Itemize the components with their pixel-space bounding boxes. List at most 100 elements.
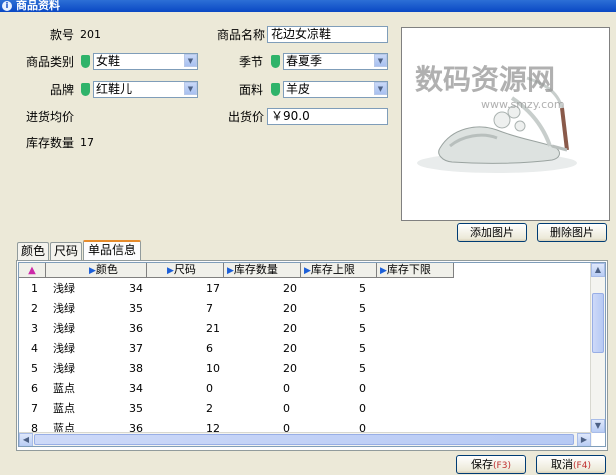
cell-max: 0 bbox=[283, 382, 290, 395]
brand-label: 品牌 bbox=[50, 83, 75, 97]
cell-color: 浅绿 bbox=[53, 322, 75, 335]
cell-qty: 10 bbox=[206, 362, 220, 375]
table-row[interactable]: 1 浅绿 34 17 20 5 bbox=[19, 279, 439, 299]
tab-item-info[interactable]: 单品信息 bbox=[83, 240, 141, 261]
row-number: 1 bbox=[31, 282, 38, 295]
cell-size: 37 bbox=[129, 342, 143, 355]
code-label: 款号 bbox=[50, 28, 75, 42]
header-color-label: 颜色 bbox=[95, 263, 118, 276]
sort-arrow-icon: ▶ bbox=[167, 266, 174, 276]
scroll-right-icon[interactable]: ▶ bbox=[577, 433, 591, 446]
category-label: 商品类别 bbox=[26, 55, 75, 69]
cell-min: 5 bbox=[359, 362, 366, 375]
material-label: 面料 bbox=[239, 83, 264, 97]
window-title: 商品资料 bbox=[16, 0, 60, 12]
horizontal-scrollbar[interactable]: ◀ ▶ bbox=[19, 432, 592, 446]
material-value: 羊皮 bbox=[286, 82, 311, 96]
row-number: 3 bbox=[31, 322, 38, 335]
cell-max: 20 bbox=[283, 342, 297, 355]
scroll-up-icon[interactable]: ▲ bbox=[591, 263, 605, 277]
cell-qty: 2 bbox=[206, 402, 213, 415]
table-row[interactable]: 7 蓝点 35 2 0 0 bbox=[19, 399, 439, 419]
chevron-down-icon[interactable]: ▼ bbox=[374, 82, 387, 95]
material-select[interactable]: 羊皮 ▼ bbox=[271, 81, 388, 98]
cell-color: 浅绿 bbox=[53, 282, 75, 295]
cell-max: 20 bbox=[283, 322, 297, 335]
flag-icon bbox=[271, 55, 280, 68]
sort-icon[interactable]: ▲ bbox=[19, 263, 46, 278]
category-select[interactable]: 女鞋 ▼ bbox=[81, 53, 198, 70]
scroll-thumb[interactable] bbox=[592, 293, 604, 353]
tab-size[interactable]: 尺码 bbox=[50, 242, 82, 260]
cell-size: 36 bbox=[129, 322, 143, 335]
header-size[interactable]: ▶尺码 bbox=[147, 263, 224, 278]
cell-size: 34 bbox=[129, 382, 143, 395]
watermark: 数码资源网 www.smzy.com bbox=[415, 58, 615, 118]
cell-size: 38 bbox=[129, 362, 143, 375]
cancel-shortcut: (F4) bbox=[573, 461, 591, 471]
header-color[interactable]: ▶颜色 bbox=[46, 263, 147, 278]
cell-size: 35 bbox=[129, 302, 143, 315]
table-row[interactable]: 2 浅绿 35 7 20 5 bbox=[19, 299, 439, 319]
flag-icon bbox=[81, 55, 90, 68]
save-shortcut: (F3) bbox=[493, 461, 511, 471]
chevron-down-icon[interactable]: ▼ bbox=[184, 82, 197, 95]
app-icon: i bbox=[2, 1, 12, 11]
header-min[interactable]: ▶库存下限 bbox=[377, 263, 454, 278]
header-max[interactable]: ▶库存上限 bbox=[301, 263, 377, 278]
flag-icon bbox=[81, 83, 90, 96]
cell-min: 0 bbox=[359, 382, 366, 395]
cell-qty: 6 bbox=[206, 342, 213, 355]
table-row[interactable]: 6 蓝点 34 0 0 0 bbox=[19, 379, 439, 399]
brand-select[interactable]: 红鞋儿 ▼ bbox=[81, 81, 198, 98]
scroll-thumb[interactable] bbox=[34, 434, 574, 445]
table-row[interactable]: 5 浅绿 38 10 20 5 bbox=[19, 359, 439, 379]
save-button[interactable]: 保存(F3) bbox=[456, 455, 526, 474]
tab-color[interactable]: 颜色 bbox=[17, 242, 49, 260]
price-label: 出货价 bbox=[228, 110, 265, 124]
item-grid[interactable]: ▲ ▶颜色 ▶尺码 ▶库存数量 ▶库存上限 ▶库存下限 1 浅绿 34 17 2… bbox=[18, 262, 606, 447]
chevron-down-icon[interactable]: ▼ bbox=[184, 54, 197, 67]
table-row[interactable]: 4 浅绿 37 6 20 5 bbox=[19, 339, 439, 359]
vertical-scrollbar[interactable]: ▲ ▼ bbox=[590, 263, 605, 433]
scroll-left-icon[interactable]: ◀ bbox=[19, 433, 33, 446]
row-number: 2 bbox=[31, 302, 38, 315]
avg-cost-label: 进货均价 bbox=[26, 110, 75, 124]
cell-color: 浅绿 bbox=[53, 342, 75, 355]
sort-arrow-icon: ▶ bbox=[227, 266, 234, 276]
product-photo bbox=[401, 27, 610, 221]
stock-value: 17 bbox=[80, 136, 94, 149]
cell-color: 蓝点 bbox=[53, 402, 75, 415]
cell-min: 5 bbox=[359, 302, 366, 315]
category-value: 女鞋 bbox=[96, 54, 121, 68]
header-qty-label: 库存数量 bbox=[233, 263, 278, 276]
chevron-down-icon[interactable]: ▼ bbox=[374, 54, 387, 67]
delete-image-button[interactable]: 删除图片 bbox=[537, 223, 607, 242]
price-field[interactable]: ￥90.0 bbox=[267, 108, 388, 125]
table-row[interactable]: 3 浅绿 36 21 20 5 bbox=[19, 319, 439, 339]
cell-min: 5 bbox=[359, 322, 366, 335]
cell-qty: 21 bbox=[206, 322, 220, 335]
cell-max: 0 bbox=[283, 402, 290, 415]
cell-qty: 7 bbox=[206, 302, 213, 315]
cell-qty: 17 bbox=[206, 282, 220, 295]
product-name-label: 商品名称 bbox=[217, 28, 266, 42]
season-value: 春夏季 bbox=[286, 54, 323, 68]
cancel-button[interactable]: 取消(F4) bbox=[536, 455, 606, 474]
season-select[interactable]: 春夏季 ▼ bbox=[271, 53, 388, 70]
tab-size-label: 尺码 bbox=[53, 244, 78, 258]
add-image-button[interactable]: 添加图片 bbox=[457, 223, 527, 242]
sort-arrow-icon: ▶ bbox=[89, 266, 96, 276]
scroll-down-icon[interactable]: ▼ bbox=[591, 419, 605, 433]
cell-size: 35 bbox=[129, 402, 143, 415]
stock-label: 库存数量 bbox=[26, 136, 75, 150]
row-number: 4 bbox=[31, 342, 38, 355]
cell-max: 20 bbox=[283, 282, 297, 295]
header-qty[interactable]: ▶库存数量 bbox=[224, 263, 301, 278]
sandal-image bbox=[417, 76, 577, 173]
watermark-url: www.smzy.com bbox=[481, 98, 565, 111]
product-name-field[interactable]: 花边女凉鞋 bbox=[267, 26, 388, 43]
cancel-label: 取消 bbox=[551, 458, 574, 471]
brand-value: 红鞋儿 bbox=[96, 82, 133, 96]
watermark-text: 数码资源网 bbox=[415, 63, 556, 96]
